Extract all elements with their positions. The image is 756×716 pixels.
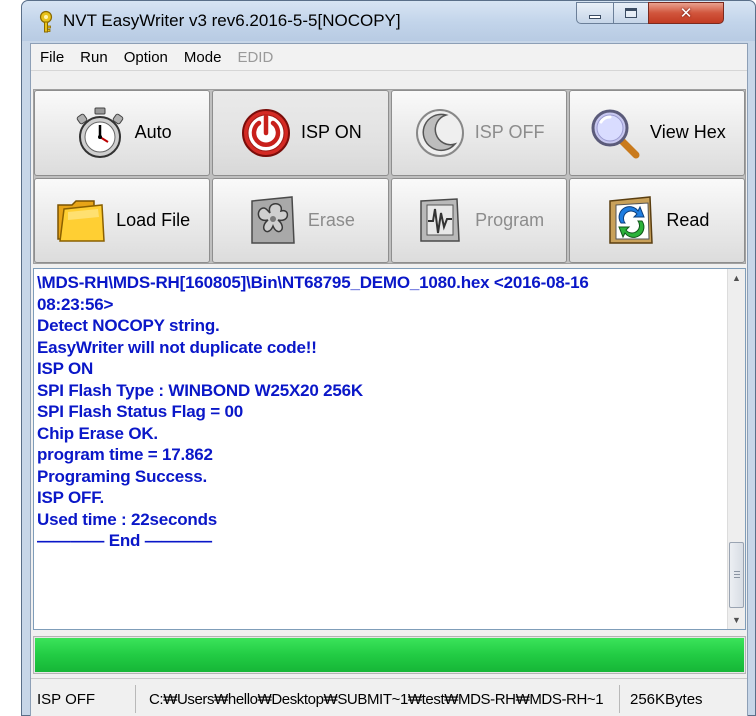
log-line: Used time : 22seconds bbox=[37, 509, 218, 529]
isp-off-button[interactable]: ISP OFF bbox=[390, 90, 567, 176]
menu-file[interactable]: File bbox=[40, 49, 64, 66]
read-button-label: Read bbox=[666, 209, 710, 230]
close-icon: ✕ bbox=[679, 4, 693, 22]
scroll-up-arrow-icon[interactable]: ▲ bbox=[728, 269, 745, 287]
auto-button-label: Auto bbox=[134, 122, 172, 143]
app-window: NVT EasyWriter v3 rev6.2016-5-5[NOCOPY] … bbox=[21, 0, 756, 716]
progress-bar bbox=[33, 636, 746, 674]
menu-option[interactable]: Option bbox=[124, 49, 168, 66]
erase-button[interactable]: Erase bbox=[212, 177, 389, 263]
view-hex-button-label: View Hex bbox=[650, 122, 726, 143]
log-line: program time = 17.862 bbox=[37, 445, 213, 464]
maximize-icon bbox=[625, 8, 637, 18]
eraser-icon bbox=[251, 196, 295, 244]
log-lines: \MDS-RH\MDS-RH[160805]\Bin\NT68795_DEMO_… bbox=[37, 272, 722, 552]
menu-mode[interactable]: Mode bbox=[184, 49, 222, 66]
folder-icon bbox=[57, 200, 105, 242]
isp-on-button[interactable]: ISP ON bbox=[212, 90, 389, 176]
log-line: SPI Flash Type : WINBOND W25X20 256K bbox=[37, 380, 363, 400]
stopwatch-icon bbox=[76, 107, 123, 158]
read-button[interactable]: Read bbox=[568, 177, 745, 263]
isp-on-icon bbox=[242, 108, 291, 157]
log-line: Chip Erase OK. bbox=[37, 423, 158, 443]
magnifier-icon bbox=[591, 109, 640, 159]
log-line: EasyWriter will not duplicate code!! bbox=[37, 337, 317, 357]
minimize-button[interactable] bbox=[576, 2, 614, 24]
key-icon bbox=[39, 10, 53, 33]
program-button-label: Program bbox=[475, 209, 545, 230]
maximize-button[interactable] bbox=[613, 2, 649, 24]
view-hex-button[interactable]: View Hex bbox=[568, 90, 745, 176]
load-file-button[interactable]: Load File bbox=[34, 177, 211, 263]
auto-button[interactable]: Auto bbox=[34, 90, 211, 176]
status-bar: ISP OFF C:₩Users₩hello₩Desktop₩SUBMIT~1₩… bbox=[31, 678, 747, 716]
read-folder-icon bbox=[609, 196, 654, 244]
status-size: 256KBytes bbox=[630, 690, 703, 708]
menu-bar: File Run Option Mode EDID bbox=[31, 44, 747, 71]
toolbar: Auto ISP ON ISP OFF View Hex Load File E… bbox=[33, 89, 746, 264]
menu-run[interactable]: Run bbox=[80, 49, 108, 66]
window-title: NVT EasyWriter v3 rev6.2016-5-5[NOCOPY] bbox=[63, 11, 401, 30]
log-line: Programing Success. bbox=[37, 466, 208, 486]
log-line: ———— End ———— bbox=[37, 531, 212, 550]
program-button[interactable]: Program bbox=[390, 177, 567, 263]
progress-fill bbox=[35, 638, 744, 672]
grip-icon bbox=[734, 571, 740, 578]
log-line: ISP OFF. bbox=[37, 488, 105, 507]
scrollbar-thumb[interactable] bbox=[729, 542, 744, 608]
title-bar[interactable]: NVT EasyWriter v3 rev6.2016-5-5[NOCOPY] … bbox=[22, 1, 755, 41]
menu-edid[interactable]: EDID bbox=[237, 49, 273, 66]
load-file-button-label: Load File bbox=[116, 209, 191, 230]
log-line: ISP ON bbox=[37, 359, 94, 378]
scroll-down-arrow-icon[interactable]: ▼ bbox=[728, 611, 745, 629]
status-state: ISP OFF bbox=[34, 685, 136, 713]
log-output[interactable]: \MDS-RH\MDS-RH[160805]\Bin\NT68795_DEMO_… bbox=[33, 268, 746, 630]
isp-off-button-label: ISP OFF bbox=[474, 122, 545, 143]
client-area: File Run Option Mode EDID Auto ISP ON IS… bbox=[30, 43, 748, 716]
log-scrollbar[interactable]: ▲ ▼ bbox=[727, 269, 745, 629]
log-line: SPI Flash Status Flag = 00 bbox=[37, 402, 243, 421]
log-line: \MDS-RH\MDS-RH[160805]\Bin\NT68795_DEMO_… bbox=[37, 273, 589, 292]
erase-button-label: Erase bbox=[307, 209, 355, 230]
log-line: Detect NOCOPY string. bbox=[37, 316, 220, 335]
status-file-path: C:₩Users₩hello₩Desktop₩SUBMIT~1₩test₩MDS… bbox=[143, 685, 620, 713]
minimize-icon bbox=[589, 15, 601, 19]
moon-icon bbox=[415, 108, 464, 157]
program-icon bbox=[420, 198, 460, 242]
log-line: 08:23:56> bbox=[37, 294, 114, 314]
close-button[interactable]: ✕ bbox=[648, 2, 724, 24]
isp-on-button-label: ISP ON bbox=[301, 122, 362, 143]
